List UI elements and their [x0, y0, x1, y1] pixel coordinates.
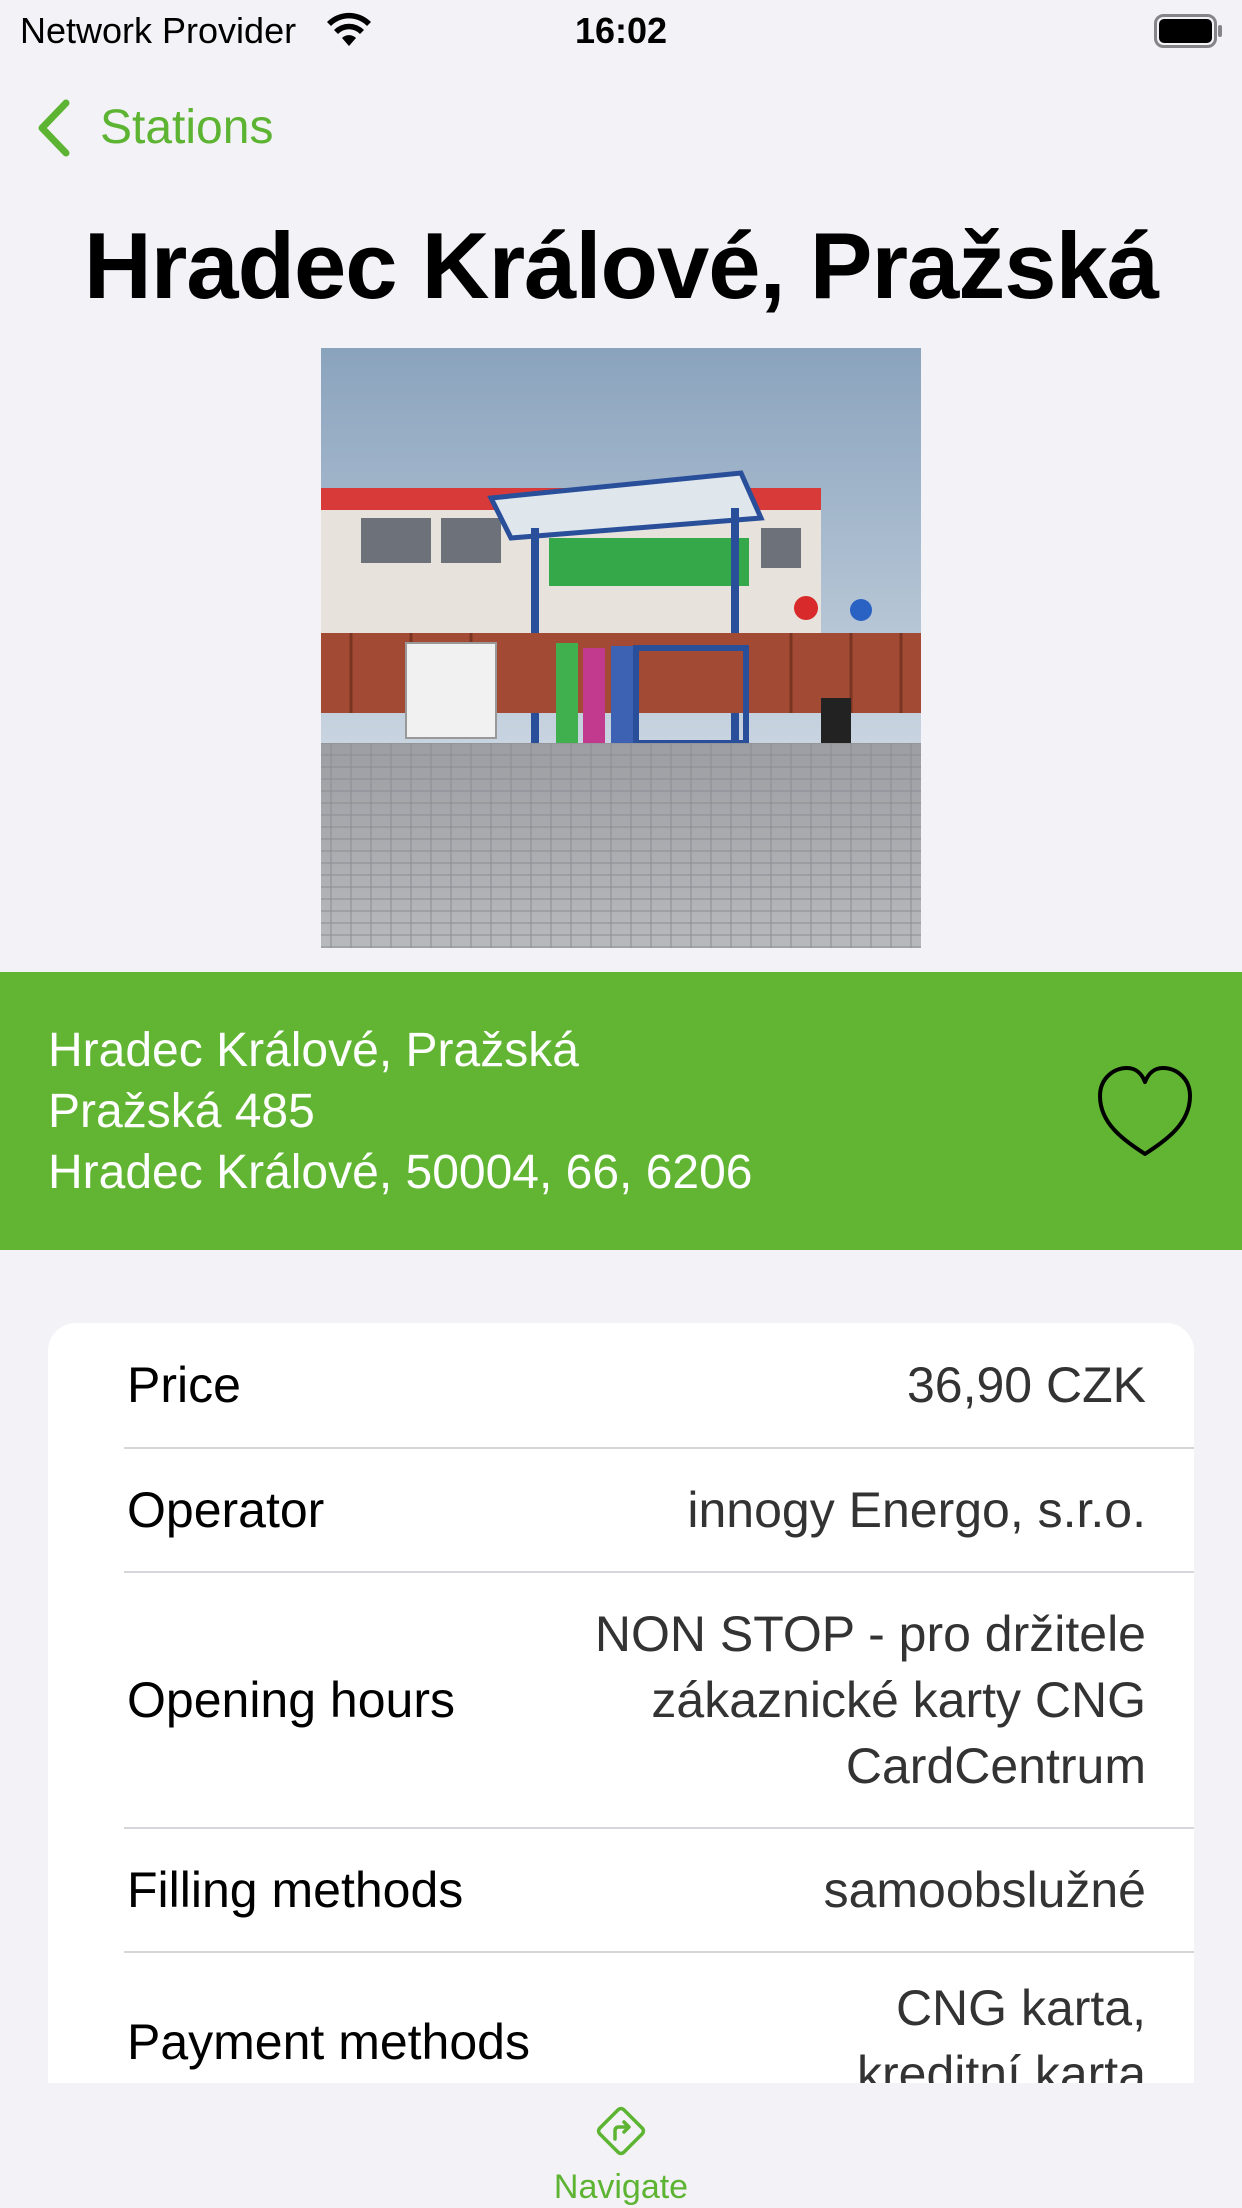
payment-methods-value: CNG karta, kreditní karta — [857, 1975, 1146, 2083]
opening-hours-value: NON STOP - pro držitele zákaznické karty… — [595, 1601, 1146, 1799]
address-block: Hradec Králové, Pražská Pražská 485 Hrad… — [48, 1020, 752, 1203]
back-label: Stations — [100, 101, 274, 154]
detail-row-filling-methods: Filling methods samoobslužné — [48, 1829, 1194, 1953]
detail-row-operator: Operator innogy Energo, s.r.o. — [48, 1449, 1194, 1573]
detail-row-price: Price 36,90 CZK — [48, 1323, 1194, 1449]
back-button[interactable]: Stations — [36, 96, 273, 160]
payment-methods-line: kreditní karta — [856, 2046, 1146, 2083]
operator-label: Operator — [127, 1482, 325, 1538]
address-street: Pražská 485 — [48, 1085, 315, 1138]
address-name: Hradec Králové, Pražská — [48, 1024, 579, 1077]
station-detail-screen: Network Provider 16:02 Stations Hradec K… — [0, 0, 1242, 2208]
status-bar: Network Provider 16:02 — [0, 0, 1242, 62]
opening-hours-label: Opening hours — [127, 1672, 456, 1728]
station-photo — [321, 348, 921, 948]
chevron-left-icon — [38, 99, 70, 157]
page-title: Hradec Králové, Pražská — [83, 213, 1159, 318]
price-value: 36,90 CZK — [906, 1357, 1146, 1413]
detail-row-opening-hours: Opening hours NON STOP - pro držitele zá… — [48, 1573, 1194, 1829]
status-time: 16:02 — [574, 10, 668, 51]
opening-hours-line: zákaznické karty CNG — [651, 1672, 1146, 1728]
price-label: Price — [127, 1357, 241, 1413]
battery-icon — [1154, 14, 1222, 48]
filling-methods-value: samoobslužné — [823, 1862, 1146, 1918]
opening-hours-line: NON STOP - pro držitele — [594, 1606, 1146, 1662]
address-city: Hradec Králové, 50004, 66, 6206 — [48, 1146, 753, 1199]
navigate-button[interactable]: Navigate — [521, 2101, 721, 2206]
bottom-toolbar: Navigate — [0, 2083, 1242, 2208]
payment-methods-line: CNG karta, — [895, 1980, 1146, 2036]
payment-methods-label: Payment methods — [127, 2014, 530, 2070]
navigate-label: Navigate — [553, 2168, 689, 2206]
opening-hours-line: CardCentrum — [845, 1738, 1146, 1794]
filling-methods-label: Filling methods — [127, 1862, 464, 1918]
heart-icon[interactable] — [1094, 1062, 1196, 1162]
operator-value: innogy Energo, s.r.o. — [687, 1482, 1146, 1538]
address-banner: Hradec Králové, Pražská Pražská 485 Hrad… — [0, 972, 1242, 1250]
details-card: Price 36,90 CZK Operator innogy Energo, … — [48, 1323, 1194, 2083]
directions-icon — [596, 2106, 646, 2156]
detail-row-payment-methods: Payment methods CNG karta, kreditní kart… — [48, 1953, 1194, 2083]
